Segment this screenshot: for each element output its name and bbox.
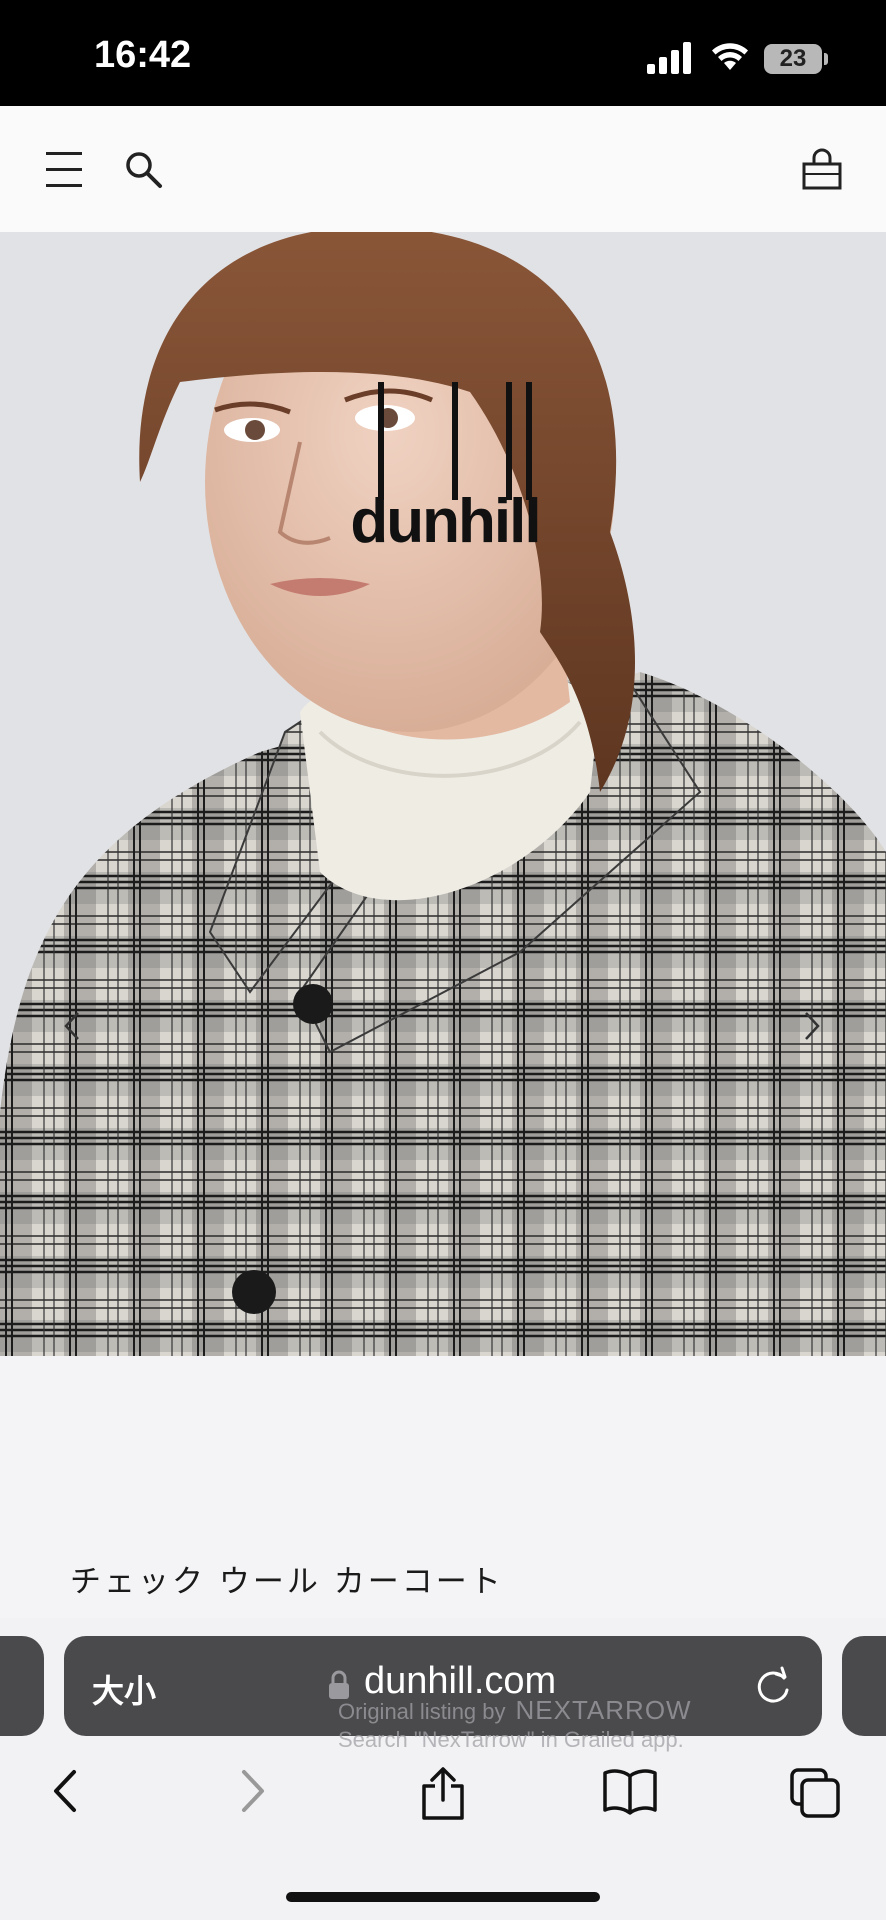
forward-icon[interactable] — [236, 1766, 270, 1816]
share-icon[interactable] — [418, 1766, 468, 1822]
watermark-line1: Original listing by — [338, 1699, 506, 1724]
tabs-icon[interactable] — [788, 1766, 842, 1820]
battery-tip — [824, 53, 828, 65]
menu-icon[interactable] — [46, 150, 82, 190]
svg-text:dunhill: dunhill — [350, 487, 539, 547]
chevron-right-icon[interactable] — [802, 1010, 822, 1042]
search-icon[interactable] — [124, 150, 164, 190]
chevron-left-icon[interactable] — [62, 1010, 82, 1042]
dunhill-logo[interactable]: dunhill — [340, 382, 550, 547]
bookmarks-icon[interactable] — [602, 1766, 658, 1816]
next-tab-preview[interactable] — [842, 1636, 886, 1736]
battery-icon: 23 — [764, 44, 822, 74]
text-size-button[interactable]: 大小 — [92, 1666, 156, 1712]
wifi-icon — [712, 43, 748, 70]
signal-icon — [647, 42, 691, 74]
hero-image[interactable]: dunhill — [0, 232, 886, 1356]
product-title[interactable]: チェック ウール カーコート — [70, 1556, 504, 1601]
watermark-brand: NEXTARROW — [515, 1695, 692, 1725]
previous-tab-preview[interactable] — [0, 1636, 44, 1736]
watermark-line2: Search "NexTarrow" in Grailed app. — [338, 1727, 684, 1752]
reload-icon[interactable] — [754, 1666, 792, 1706]
status-time: 16:42 — [94, 34, 192, 76]
home-indicator — [286, 1892, 600, 1902]
bag-icon[interactable] — [802, 148, 842, 190]
status-bar: 16:42 23 — [0, 0, 886, 106]
watermark: Original listing by NEXTARROW Search "Nex… — [338, 1696, 758, 1754]
back-icon[interactable] — [48, 1766, 82, 1816]
